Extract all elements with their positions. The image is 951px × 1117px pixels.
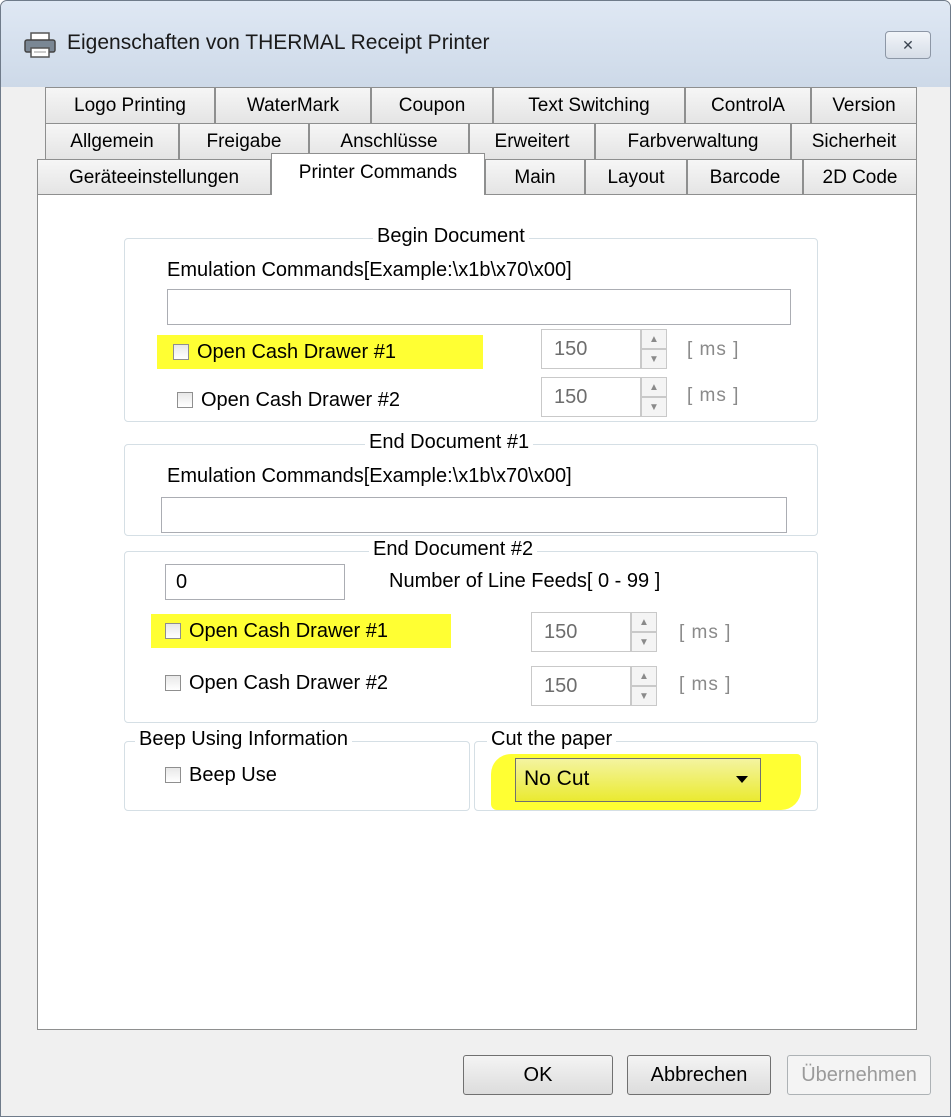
tab-controla[interactable]: ControlA [685, 87, 811, 123]
end-document-2-legend: End Document #2 [369, 538, 538, 561]
cancel-button[interactable]: Abbrechen [627, 1055, 771, 1095]
checkbox-box[interactable] [165, 675, 181, 691]
end2-drawer1-ms-input[interactable]: 150 [531, 612, 631, 652]
properties-dialog: Eigenschaften von THERMAL Receipt Printe… [0, 0, 951, 1117]
end1-emulation-input[interactable] [161, 497, 787, 533]
tab-layout[interactable]: Layout [585, 159, 687, 195]
end2-drawer1-spinner[interactable]: ▲ ▼ [631, 612, 657, 652]
spin-up-icon[interactable]: ▲ [631, 666, 657, 686]
tab-printer-commands[interactable]: Printer Commands [271, 153, 485, 195]
checkbox-box[interactable] [173, 344, 189, 360]
end1-emulation-label: Emulation Commands[Example:\x1b\x70\x00] [167, 465, 572, 487]
end2-drawer1-checkbox[interactable]: Open Cash Drawer #1 [151, 614, 451, 648]
tab-logo-printing[interactable]: Logo Printing [45, 87, 215, 123]
begin-drawer1-checkbox[interactable]: Open Cash Drawer #1 [157, 335, 483, 369]
cut-paper-group: Cut the paper No Cut [474, 728, 818, 811]
cut-paper-legend: Cut the paper [487, 728, 617, 751]
tab-allgemein[interactable]: Allgemein [45, 123, 179, 159]
begin-drawer2-spinner[interactable]: ▲ ▼ [641, 377, 667, 417]
end2-drawer2-spinner[interactable]: ▲ ▼ [631, 666, 657, 706]
tab-main[interactable]: Main [485, 159, 585, 195]
checkbox-box[interactable] [177, 392, 193, 408]
window-title: Eigenschaften von THERMAL Receipt Printe… [67, 31, 490, 54]
spin-up-icon[interactable]: ▲ [641, 377, 667, 397]
begin-document-legend: Begin Document [373, 225, 529, 248]
tab-farbverwaltung[interactable]: Farbverwaltung [595, 123, 791, 159]
begin-drawer1-unit: [ ms ] [687, 339, 740, 360]
spin-down-icon[interactable]: ▼ [631, 686, 657, 706]
beep-group: Beep Using Information Beep Use [124, 728, 470, 811]
beep-legend: Beep Using Information [135, 728, 353, 751]
spin-up-icon[interactable]: ▲ [641, 329, 667, 349]
spin-down-icon[interactable]: ▼ [641, 397, 667, 417]
end2-drawer2-ms-input[interactable]: 150 [531, 666, 631, 706]
tab-text-switching[interactable]: Text Switching [493, 87, 685, 123]
spin-down-icon[interactable]: ▼ [631, 632, 657, 652]
begin-emulation-label: Emulation Commands[Example:\x1b\x70\x00] [167, 259, 572, 281]
checkbox-box[interactable] [165, 767, 181, 783]
tab-version[interactable]: Version [811, 87, 917, 123]
end-document-1-group: End Document #1 Emulation Commands[Examp… [124, 431, 818, 536]
begin-document-group: Begin Document Emulation Commands[Exampl… [124, 225, 818, 422]
end-document-2-group: End Document #2 0 Number of Line Feeds[ … [124, 538, 818, 723]
title-bar[interactable]: Eigenschaften von THERMAL Receipt Printe… [1, 1, 950, 87]
begin-drawer2-checkbox[interactable]: Open Cash Drawer #2 [177, 383, 400, 417]
ok-button[interactable]: OK [463, 1055, 613, 1095]
begin-drawer2-unit: [ ms ] [687, 385, 740, 406]
tab-geraeteeinstellungen[interactable]: Geräteeinstellungen [37, 159, 271, 195]
begin-drawer1-ms-input[interactable]: 150 [541, 329, 641, 369]
apply-button[interactable]: Übernehmen [787, 1055, 931, 1095]
tab-coupon[interactable]: Coupon [371, 87, 493, 123]
tab-sicherheit[interactable]: Sicherheit [791, 123, 917, 159]
end-document-1-legend: End Document #1 [365, 431, 534, 454]
beep-use-checkbox[interactable]: Beep Use [165, 758, 277, 792]
begin-drawer1-spinner[interactable]: ▲ ▼ [641, 329, 667, 369]
line-feeds-label: Number of Line Feeds[ 0 - 99 ] [389, 570, 661, 592]
tab-barcode[interactable]: Barcode [687, 159, 803, 195]
printer-icon [24, 32, 56, 58]
cut-paper-select[interactable]: No Cut [515, 758, 761, 802]
tab-2d-code[interactable]: 2D Code [803, 159, 917, 195]
spin-up-icon[interactable]: ▲ [631, 612, 657, 632]
close-icon: ✕ [902, 36, 914, 53]
begin-drawer2-ms-input[interactable]: 150 [541, 377, 641, 417]
end2-drawer2-checkbox[interactable]: Open Cash Drawer #2 [165, 666, 388, 700]
tab-watermark[interactable]: WaterMark [215, 87, 371, 123]
spin-down-icon[interactable]: ▼ [641, 349, 667, 369]
tab-erweitert[interactable]: Erweitert [469, 123, 595, 159]
chevron-down-icon [736, 776, 748, 783]
checkbox-box[interactable] [165, 623, 181, 639]
line-feeds-input[interactable]: 0 [165, 564, 345, 600]
begin-emulation-input[interactable] [167, 289, 791, 325]
end2-drawer2-unit: [ ms ] [679, 674, 732, 695]
end2-drawer1-unit: [ ms ] [679, 622, 732, 643]
close-button[interactable]: ✕ [885, 31, 931, 59]
printer-commands-panel: Begin Document Emulation Commands[Exampl… [37, 194, 917, 1030]
